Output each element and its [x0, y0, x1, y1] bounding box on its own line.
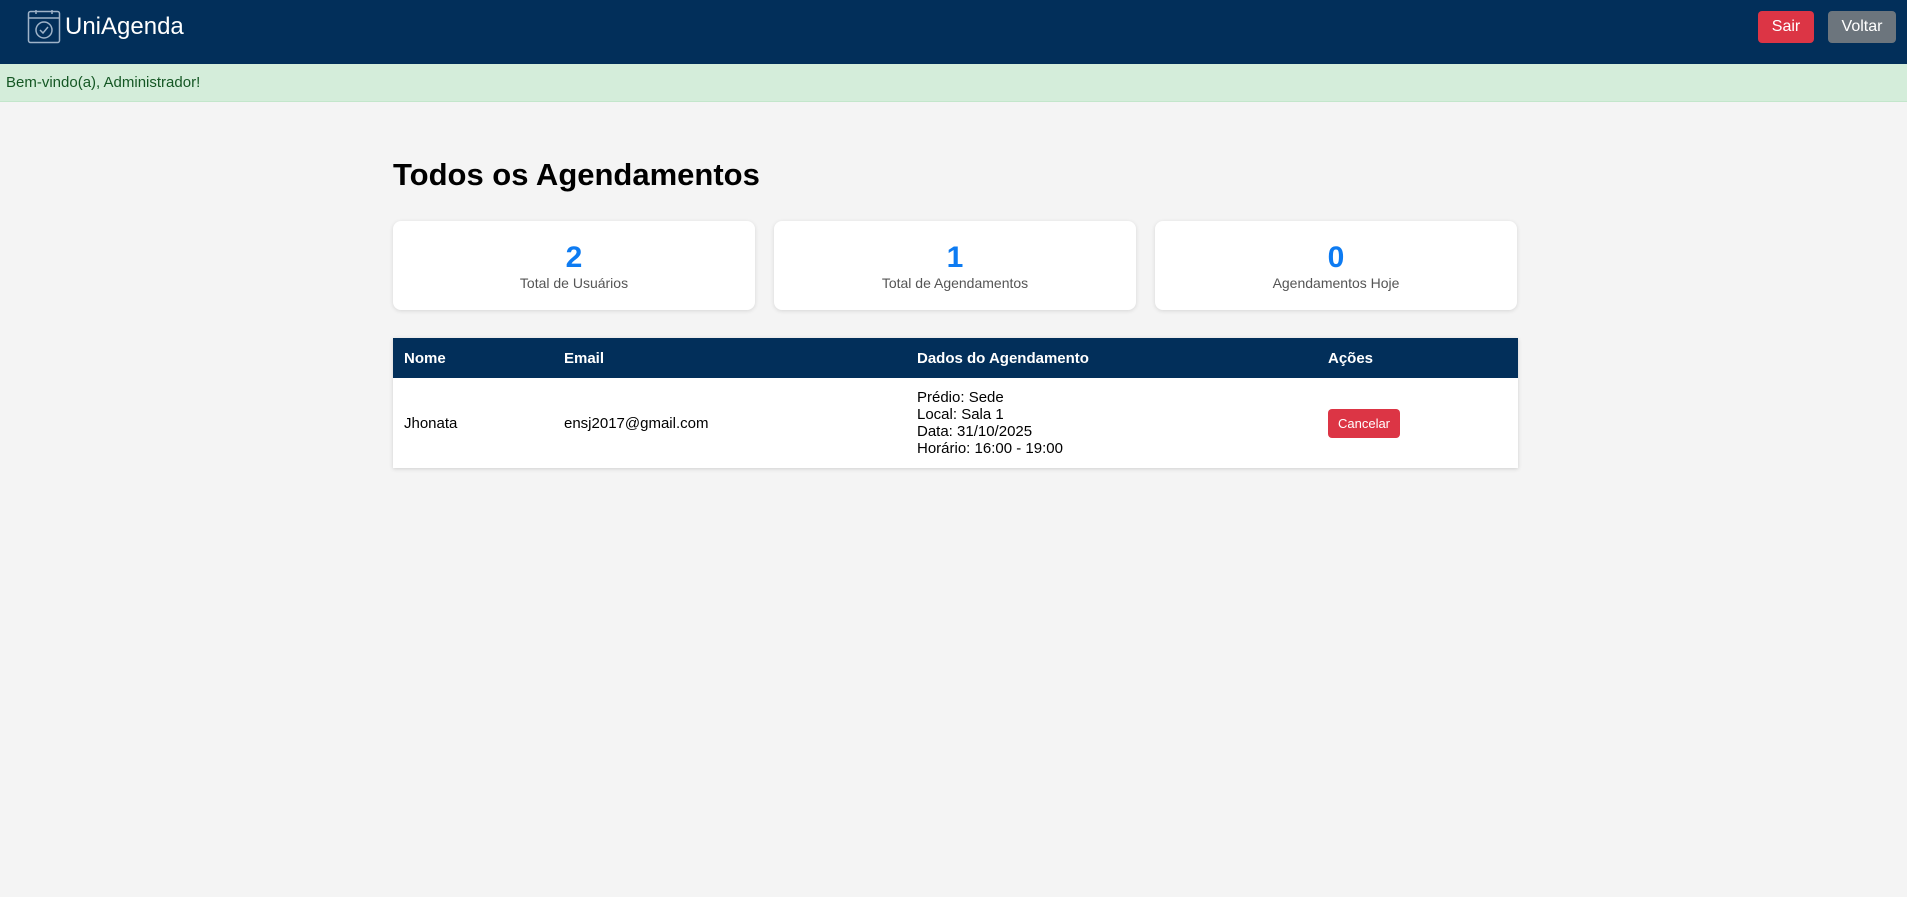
welcome-alert: Bem-vindo(a), Administrador! [0, 64, 1907, 102]
back-button[interactable]: Voltar [1828, 11, 1896, 43]
stat-card-users: 2 Total de Usuários [393, 221, 755, 310]
appointments-table: Nome Email Dados do Agendamento Ações Jh… [393, 338, 1518, 468]
stat-value: 2 [565, 241, 583, 274]
stat-label: Total de Agendamentos [881, 275, 1029, 291]
predio-text: Prédio: Sede [917, 389, 1004, 406]
table-header-row: Nome Email Dados do Agendamento Ações [393, 338, 1518, 378]
data-text: Data: 31/10/2025 [917, 423, 1033, 440]
cell-nome: Jhonata [404, 414, 458, 432]
stat-value: 1 [946, 241, 964, 274]
column-header-nome: Nome [404, 349, 446, 367]
stat-label: Total de Usuários [519, 275, 629, 291]
stat-label: Agendamentos Hoje [1272, 275, 1400, 291]
horario-text: Horário: 16:00 - 19:00 [917, 440, 1063, 457]
brand-name: UniAgenda [65, 13, 184, 40]
column-header-dados: Dados do Agendamento [917, 349, 1089, 367]
cell-dados: Prédio: Sede Local: Sala 1 Data: 31/10/2… [906, 378, 1317, 468]
top-navbar: UniAgenda Sair Voltar [0, 0, 1907, 64]
brand[interactable]: UniAgenda [27, 10, 184, 44]
cell-acoes: Cancelar [1317, 378, 1518, 468]
page-title: Todos os Agendamentos [393, 157, 760, 192]
cell-email: ensj2017@gmail.com [564, 414, 709, 432]
stat-card-today: 0 Agendamentos Hoje [1155, 221, 1517, 310]
table-row: Jhonata ensj2017@gmail.com Prédio: Sede … [393, 378, 1518, 468]
cancel-appointment-button[interactable]: Cancelar [1328, 408, 1400, 438]
local-text: Local: Sala 1 [917, 406, 1004, 423]
stat-card-appointments: 1 Total de Agendamentos [774, 221, 1136, 310]
column-header-email: Email [564, 349, 605, 367]
stat-value: 0 [1327, 241, 1345, 274]
logout-button[interactable]: Sair [1758, 11, 1814, 43]
column-header-acoes: Ações [1328, 349, 1374, 367]
calendar-check-icon [27, 10, 61, 44]
